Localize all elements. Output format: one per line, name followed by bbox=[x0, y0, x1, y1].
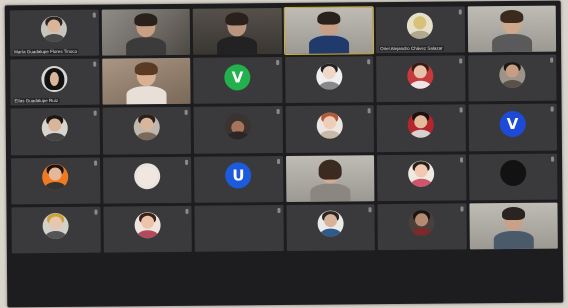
participant-tile[interactable] bbox=[102, 156, 192, 204]
participant-tile[interactable] bbox=[377, 153, 466, 201]
participant-video-tile[interactable] bbox=[285, 154, 375, 202]
mic-muted-icon bbox=[458, 9, 462, 15]
meeting-window: María Guadalupe Flores Tinoco Oriel Alej… bbox=[4, 0, 564, 308]
participant-tile[interactable]: U bbox=[194, 155, 283, 203]
mic-muted-icon bbox=[458, 58, 462, 64]
participant-video-tile[interactable] bbox=[192, 8, 282, 55]
participant-avatar bbox=[407, 62, 434, 89]
mic-muted-icon bbox=[551, 156, 555, 162]
participant-avatar bbox=[134, 212, 161, 239]
participant-tile-name-only[interactable] bbox=[194, 204, 284, 252]
participant-video bbox=[126, 62, 167, 105]
mic-muted-icon bbox=[367, 59, 371, 65]
participant-avatar bbox=[316, 112, 343, 139]
mic-muted-icon bbox=[550, 57, 554, 63]
mic-muted-icon bbox=[276, 158, 280, 164]
participant-avatar bbox=[499, 159, 527, 186]
participant-avatar bbox=[498, 61, 526, 88]
participant-video bbox=[493, 206, 534, 250]
participant-video bbox=[310, 159, 351, 202]
participant-video-tile[interactable] bbox=[101, 57, 191, 105]
participant-avatar bbox=[133, 113, 160, 141]
participant-name: María Guadalupe Flores Tinoco bbox=[13, 48, 79, 55]
mic-muted-icon bbox=[459, 206, 464, 212]
participant-tile[interactable] bbox=[102, 107, 191, 155]
mic-muted-icon bbox=[367, 108, 371, 114]
mic-muted-icon bbox=[276, 207, 281, 213]
participant-tile[interactable] bbox=[11, 206, 101, 254]
participant-tile[interactable]: V bbox=[193, 57, 283, 105]
participant-tile[interactable] bbox=[102, 205, 192, 253]
participant-initial-avatar: V bbox=[499, 110, 526, 137]
participant-video-tile[interactable] bbox=[101, 8, 191, 56]
mic-muted-icon bbox=[93, 110, 97, 116]
participant-avatar bbox=[133, 162, 161, 190]
participant-video bbox=[217, 12, 258, 55]
participant-tile[interactable] bbox=[284, 56, 374, 104]
participant-avatar bbox=[42, 163, 69, 190]
mic-muted-icon bbox=[275, 60, 279, 66]
participant-name: Elías Guadalupe Ruiz bbox=[13, 98, 60, 104]
participant-video bbox=[125, 13, 166, 56]
participant-avatar bbox=[41, 114, 69, 141]
participant-tile[interactable]: V bbox=[468, 103, 557, 151]
mic-muted-icon bbox=[185, 208, 189, 214]
participant-video-tile-active-speaker[interactable] bbox=[283, 6, 375, 56]
participant-initial-avatar: V bbox=[224, 63, 251, 91]
participant-tile[interactable] bbox=[376, 104, 466, 152]
gallery-grid: María Guadalupe Flores Tinoco Oriel Alej… bbox=[9, 5, 559, 303]
mic-muted-icon bbox=[185, 159, 189, 165]
participant-avatar bbox=[408, 160, 435, 187]
mic-muted-icon bbox=[184, 110, 188, 116]
mic-muted-icon bbox=[92, 12, 96, 18]
participant-avatar bbox=[41, 16, 68, 43]
mic-muted-icon bbox=[93, 209, 98, 215]
participant-tile[interactable]: María Guadalupe Flores Tinoco bbox=[9, 9, 99, 57]
mic-muted-icon bbox=[93, 160, 97, 166]
participant-tile[interactable] bbox=[467, 54, 557, 102]
participant-tile[interactable] bbox=[11, 157, 100, 205]
participant-avatar bbox=[315, 63, 343, 90]
mic-muted-icon bbox=[459, 156, 463, 162]
mic-muted-icon bbox=[550, 106, 554, 112]
participant-initial-avatar: U bbox=[225, 162, 252, 189]
participant-video-tile[interactable] bbox=[467, 5, 557, 53]
participant-tile[interactable] bbox=[377, 203, 467, 251]
participant-tile[interactable] bbox=[468, 153, 558, 201]
participant-tile[interactable] bbox=[376, 55, 466, 103]
participant-tile[interactable]: Elías Guadalupe Ruiz bbox=[10, 58, 100, 106]
participant-tile[interactable] bbox=[285, 105, 374, 153]
participant-name: Oriel Alejandro Chávez Salazar bbox=[379, 45, 444, 52]
participant-video-tile[interactable] bbox=[468, 202, 558, 250]
mic-muted-icon bbox=[92, 61, 96, 67]
participant-avatar bbox=[407, 13, 434, 40]
participant-avatar bbox=[317, 210, 344, 237]
participant-avatar bbox=[42, 212, 69, 240]
mic-muted-icon bbox=[276, 109, 280, 115]
participant-avatar bbox=[408, 209, 435, 236]
participant-avatar bbox=[407, 111, 435, 138]
mic-muted-icon bbox=[459, 107, 463, 113]
participant-video bbox=[491, 10, 532, 53]
participant-video bbox=[308, 11, 349, 54]
participant-tile[interactable] bbox=[10, 107, 100, 155]
mic-muted-icon bbox=[368, 206, 372, 212]
participant-tile[interactable] bbox=[285, 203, 375, 251]
participant-avatar bbox=[224, 113, 252, 140]
participant-avatar bbox=[41, 65, 68, 92]
participant-tile[interactable] bbox=[193, 106, 283, 154]
participant-tile[interactable]: Oriel Alejandro Chávez Salazar bbox=[375, 6, 465, 54]
